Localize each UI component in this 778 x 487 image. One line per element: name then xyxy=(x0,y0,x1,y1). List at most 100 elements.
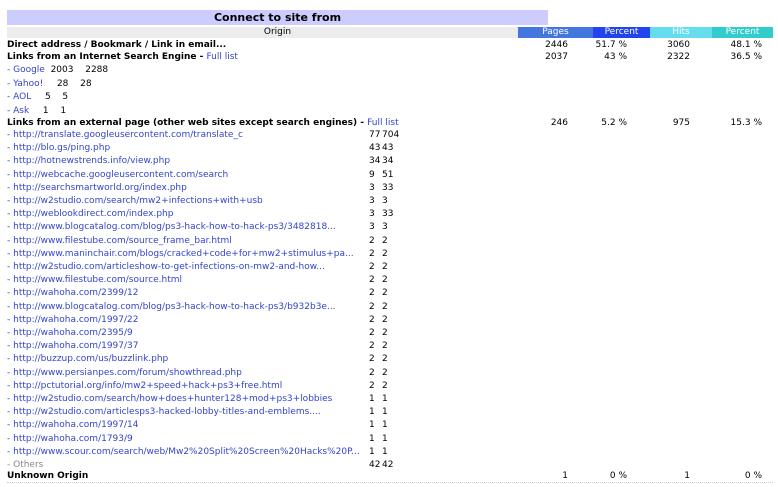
external-full-list-link[interactable]: Full list xyxy=(367,118,398,128)
external-link-hits: 1 xyxy=(382,433,388,444)
external-link-pages: 3 xyxy=(369,182,375,193)
section-title: Connect to site from xyxy=(7,10,548,25)
external-link-hits: 1 xyxy=(382,394,388,404)
external-link-hits: 2 xyxy=(382,288,388,299)
external-link-hits: 2 xyxy=(382,235,388,246)
external-link-hits: 2 xyxy=(382,341,388,352)
external-link-pages: 2 xyxy=(369,288,375,299)
external-link-pages: 3 xyxy=(369,209,375,220)
external-link-hits: 2 xyxy=(382,354,388,365)
external-link-pages: 43 xyxy=(369,143,381,154)
external-link[interactable]: - http://w2studio.com/articlesps3-hacked… xyxy=(7,406,321,419)
external-link-hits: 2 xyxy=(382,275,388,286)
divider xyxy=(7,482,773,483)
search-full-list-link[interactable]: Full list xyxy=(206,52,237,62)
external-link-pages: 2 xyxy=(369,341,375,352)
external-link-row: - http://www.filestube.com/source.html 2 2 xyxy=(7,274,773,287)
external-link[interactable]: - http://pctutorial.org/info/mw2+speed+h… xyxy=(7,380,282,393)
search-engine-link[interactable]: Yahoo! xyxy=(13,79,43,89)
external-link[interactable]: - http://webcache.googleusercontent.com/… xyxy=(7,169,228,182)
external-link-row: - http://searchsmartworld.org/index.php 3… xyxy=(7,182,773,195)
external-link-pages: 2 xyxy=(369,328,375,338)
search-engine-row: - AOL 5 5 xyxy=(7,91,773,104)
external-link[interactable]: - http://wahoha.com/1997/22 xyxy=(7,314,139,327)
search-engine-pages: 5 xyxy=(39,92,51,102)
search-engine-row: - Google 2003 2288 xyxy=(7,64,773,77)
search-engine-row: - Ask 1 1 xyxy=(7,105,773,118)
external-link-row: - http://www.scour.com/search/web/Mw2%20… xyxy=(7,446,773,459)
external-link[interactable]: - http://wahoha.com/1997/37 xyxy=(7,340,139,353)
external-link-row: - http://hotnewstrends.info/view.php 34 34 xyxy=(7,155,773,168)
external-link[interactable]: - http://w2studio.com/search/how+does+hu… xyxy=(7,393,332,406)
external-link[interactable]: - http://www.blogcatalog.com/blog/ps3-ha… xyxy=(7,221,336,234)
external-link[interactable]: - http://www.blogcatalog.com/blog/ps3-ha… xyxy=(7,301,336,314)
search-engine-hits: 28 xyxy=(74,78,92,89)
search-engine-hits: 1 xyxy=(54,105,67,116)
external-link[interactable]: - http://searchsmartworld.org/index.php xyxy=(7,182,187,195)
external-link[interactable]: - http://w2studio.com/articleshow-to-get… xyxy=(7,261,325,274)
external-link-pages: 3 xyxy=(369,196,375,206)
external-link-pages: 2 xyxy=(369,262,375,272)
external-link-pages: 1 xyxy=(369,407,375,418)
search-engine-link[interactable]: AOL xyxy=(13,92,31,102)
external-link[interactable]: - http://wahoha.com/1793/9 xyxy=(7,433,133,446)
search-label: Links from an Internet Search Engine - F… xyxy=(7,52,238,62)
external-link[interactable]: - http://www.scour.com/search/web/Mw2%20… xyxy=(7,446,360,459)
external-link-pages: 1 xyxy=(369,420,375,431)
external-link-pages: 1 xyxy=(369,433,375,444)
external-link-row: - http://weblookdirect.com/index.php 3 33 xyxy=(7,208,773,221)
external-link-row: - http://wahoha.com/1793/9 1 1 xyxy=(7,433,773,446)
external-link-hits: 34 xyxy=(382,156,394,167)
external-link-hits: 1 xyxy=(382,446,388,457)
external-link-row: - http://w2studio.com/articleshow-to-get… xyxy=(7,261,773,274)
search-engine-item: - Ask 1 1 xyxy=(7,105,66,118)
external-link-hits: 2 xyxy=(382,301,388,312)
search-pages: 2037 xyxy=(545,52,568,62)
external-link-pages: 2 xyxy=(369,380,375,391)
search-engine-item: - Google 2003 2288 xyxy=(7,64,108,77)
external-link[interactable]: - http://buzzup.com/us/buzzlink.php xyxy=(7,353,168,366)
col-pages: Pages xyxy=(518,27,593,38)
external-link-hits: 2 xyxy=(382,380,388,391)
search-engine-item: - AOL 5 5 xyxy=(7,91,68,104)
external-link[interactable]: - http://blo.gs/ping.php xyxy=(7,142,110,155)
external-link-row: - http://pctutorial.org/info/mw2+speed+h… xyxy=(7,380,773,393)
external-link[interactable]: - http://www.persianpes.com/forum/showth… xyxy=(7,367,242,380)
external-link-row: - http://buzzup.com/us/buzzlink.php 2 2 xyxy=(7,353,773,366)
external-link-pages: 2 xyxy=(369,354,375,365)
external-link[interactable]: - http://weblookdirect.com/index.php xyxy=(7,208,173,221)
search-engine-row: - Yahoo! 28 28 xyxy=(7,78,773,91)
external-link-row: - http://wahoha.com/2395/9 2 2 xyxy=(7,327,773,340)
external-link[interactable]: - http://www.filestube.com/source_frame_… xyxy=(7,235,232,248)
search-engine-link[interactable]: Google xyxy=(13,65,45,75)
external-link-hits: 51 xyxy=(382,169,394,180)
external-link-row: - http://wahoha.com/1997/37 2 2 xyxy=(7,340,773,353)
external-link-row: - http://www.blogcatalog.com/blog/ps3-ha… xyxy=(7,301,773,314)
external-link-row: - http://webcache.googleusercontent.com/… xyxy=(7,169,773,182)
external-link-row: - http://wahoha.com/2399/12 2 2 xyxy=(7,287,773,300)
search-engine-link[interactable]: Ask xyxy=(13,106,29,116)
external-link[interactable]: - http://wahoha.com/1997/14 xyxy=(7,419,139,432)
external-link[interactable]: - http://translate.googleusercontent.com… xyxy=(7,129,243,142)
external-link[interactable]: - http://wahoha.com/2399/12 xyxy=(7,287,139,300)
external-link-row: - http://w2studio.com/articlesps3-hacked… xyxy=(7,406,773,419)
external-link-hits: 1 xyxy=(382,420,388,431)
external-link-hits: 2 xyxy=(382,262,388,272)
search-row: Links from an Internet Search Engine - F… xyxy=(7,51,773,64)
external-link-pages: 1 xyxy=(369,446,375,457)
external-link-pages: 2 xyxy=(369,275,375,286)
col-percent-hits: Percent xyxy=(712,27,773,38)
external-link[interactable]: - http://hotnewstrends.info/view.php xyxy=(7,155,170,168)
external-link-hits: 33 xyxy=(382,182,394,193)
external-link[interactable]: - http://www.filestube.com/source.html xyxy=(7,274,182,287)
external-link[interactable]: - http://wahoha.com/2395/9 xyxy=(7,327,133,340)
search-engine-pages: 28 xyxy=(51,78,69,89)
external-link[interactable]: - http://www.maninchair.com/blogs/cracke… xyxy=(7,248,354,261)
external-link-hits: 2 xyxy=(382,248,388,259)
external-link-hits: 2 xyxy=(382,314,388,325)
external-link-pages: 2 xyxy=(369,367,375,378)
external-link-pages: 2 xyxy=(369,314,375,325)
external-link-hits: 33 xyxy=(382,209,394,220)
external-link-row: - http://www.persianpes.com/forum/showth… xyxy=(7,367,773,380)
external-link[interactable]: - http://w2studio.com/search/mw2+infecti… xyxy=(7,195,263,208)
